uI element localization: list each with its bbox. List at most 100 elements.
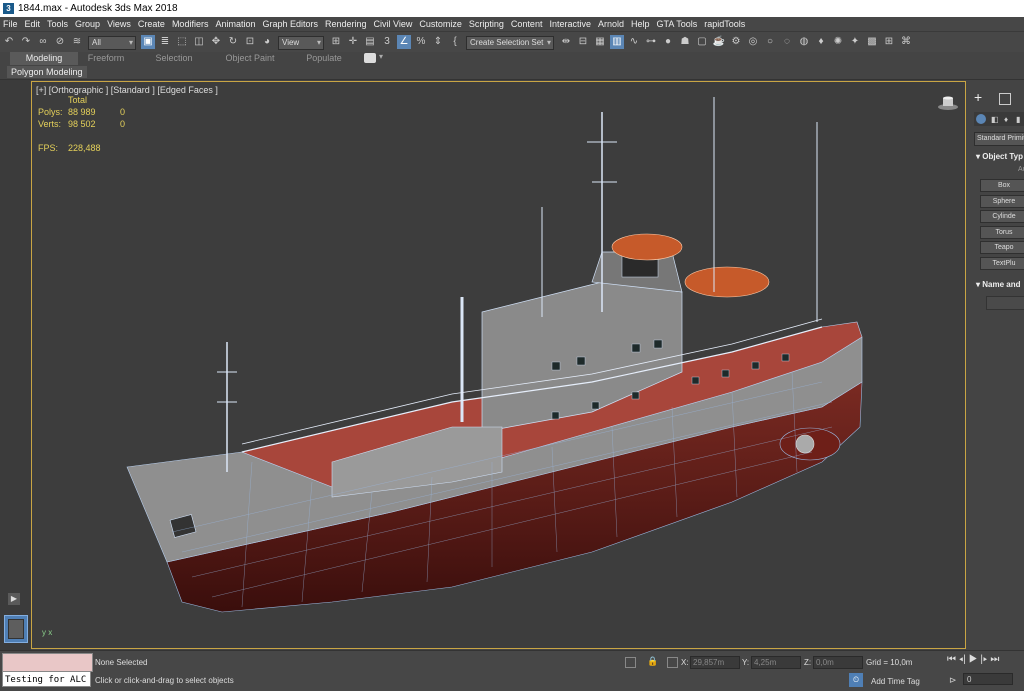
lights-icon[interactable]: ♦: [1004, 115, 1008, 124]
box-button[interactable]: Box: [980, 179, 1024, 192]
play-icon[interactable]: ▶: [969, 654, 978, 665]
chevron-down-icon[interactable]: ▾: [379, 52, 383, 61]
ribbon-options-icon[interactable]: [364, 53, 376, 63]
select-by-name-icon[interactable]: ≣: [158, 35, 172, 49]
select-move-icon[interactable]: ✥: [209, 35, 223, 49]
menu-edit[interactable]: Edit: [22, 17, 45, 31]
light-icon[interactable]: ♦: [814, 35, 828, 49]
material-editor-icon[interactable]: ●: [661, 35, 675, 49]
snaps-toggle-icon[interactable]: 3: [380, 35, 394, 49]
gta-tool-1-icon[interactable]: ○: [763, 35, 777, 49]
menu-gta-tools[interactable]: GTA Tools: [654, 17, 702, 31]
selection-lock-icon[interactable]: 🔒: [647, 656, 658, 667]
cylinder-button[interactable]: Cylinde: [980, 210, 1024, 223]
toggle-layer-explorer-icon[interactable]: ▥: [610, 35, 624, 49]
textplus-button[interactable]: TextPlu: [980, 257, 1024, 270]
shapes-icon[interactable]: ◧: [991, 115, 999, 124]
menu-interactive[interactable]: Interactive: [546, 17, 595, 31]
name-and-color-rollout[interactable]: ▾ Name and: [976, 280, 1020, 289]
spinner-snap-icon[interactable]: ⇕: [431, 35, 445, 49]
create-tab-icon[interactable]: +: [974, 90, 982, 104]
viewport-layout-button[interactable]: [4, 615, 28, 643]
bulb-icon[interactable]: ✦: [848, 35, 862, 49]
percent-snap-icon[interactable]: %: [414, 35, 428, 49]
gta-tool-2-icon[interactable]: ◌: [780, 35, 794, 49]
y-coordinate-field[interactable]: 4,25m: [751, 656, 801, 669]
viewport-orthographic[interactable]: [+] [Orthographic ] [Standard ] [Edged F…: [31, 81, 966, 649]
polygon-modeling-panel[interactable]: Polygon Modeling: [7, 66, 87, 78]
menu-file[interactable]: File: [0, 17, 22, 31]
key-mode-icon[interactable]: ⊳: [949, 675, 957, 686]
helper-icon[interactable]: ⌘: [899, 35, 913, 49]
go-to-start-icon[interactable]: ⏮: [947, 654, 956, 665]
ship-wireframe-model[interactable]: [32, 82, 965, 648]
link-icon[interactable]: ∞: [36, 35, 50, 49]
modify-tab-icon[interactable]: [999, 93, 1011, 105]
menu-views[interactable]: Views: [104, 17, 135, 31]
redo-icon[interactable]: ↷: [19, 35, 33, 49]
menu-group[interactable]: Group: [72, 17, 104, 31]
mirror-icon[interactable]: ⇹: [559, 35, 573, 49]
toggle-scene-explorer-icon[interactable]: ▦: [593, 35, 607, 49]
tab-selection[interactable]: Selection: [140, 52, 208, 65]
rendered-frame-window-icon[interactable]: ▢: [695, 35, 709, 49]
menu-tools[interactable]: Tools: [44, 17, 72, 31]
time-tag-icon[interactable]: ⏲: [849, 673, 863, 687]
menu-scripting[interactable]: Scripting: [466, 17, 508, 31]
curve-editor-icon[interactable]: ∿: [627, 35, 641, 49]
sphere-button[interactable]: Sphere: [980, 195, 1024, 208]
menu-content[interactable]: Content: [508, 17, 547, 31]
menu-customize[interactable]: Customize: [416, 17, 466, 31]
x-coordinate-field[interactable]: 29,857m: [690, 656, 740, 669]
select-object-icon[interactable]: ▣: [141, 35, 155, 49]
tab-object-paint[interactable]: Object Paint: [212, 52, 288, 65]
render-setup-icon[interactable]: ☗: [678, 35, 692, 49]
current-frame-field[interactable]: 0: [963, 673, 1013, 685]
previous-frame-icon[interactable]: ◂|: [959, 654, 966, 665]
torus-button[interactable]: Torus: [980, 226, 1024, 239]
render-iterative-icon[interactable]: ⚙: [729, 35, 743, 49]
unlink-icon[interactable]: ⊘: [53, 35, 67, 49]
expand-layout-icon[interactable]: ▶: [8, 593, 20, 605]
maxscript-mini-listener[interactable]: [2, 653, 93, 672]
menu-rapidtools[interactable]: rapidTools: [701, 17, 749, 31]
next-frame-icon[interactable]: |▸: [980, 654, 987, 665]
geometry-icon[interactable]: [976, 114, 986, 124]
grid-icon[interactable]: ⊞: [882, 35, 896, 49]
tab-modeling[interactable]: Modeling: [10, 52, 78, 65]
isolate-selection-icon[interactable]: [625, 657, 636, 668]
rectangle-selection-icon[interactable]: ⬚: [175, 35, 189, 49]
reference-coordinate-dropdown[interactable]: View: [278, 36, 324, 50]
z-coordinate-field[interactable]: 0,0m: [813, 656, 863, 669]
menu-create[interactable]: Create: [135, 17, 169, 31]
arnold-render-icon[interactable]: ◎: [746, 35, 760, 49]
menu-arnold[interactable]: Arnold: [595, 17, 628, 31]
autogrid-checkbox[interactable]: Au: [1018, 166, 1024, 173]
angle-snap-icon[interactable]: ∠: [397, 35, 411, 49]
object-type-rollout[interactable]: ▾ Object Typ: [976, 152, 1023, 161]
undo-icon[interactable]: ↶: [2, 35, 16, 49]
select-rotate-icon[interactable]: ↻: [226, 35, 240, 49]
gta-tool-3-icon[interactable]: ◍: [797, 35, 811, 49]
menu-animation[interactable]: Animation: [212, 17, 259, 31]
select-scale-icon[interactable]: ⊡: [243, 35, 257, 49]
schematic-view-icon[interactable]: ⊶: [644, 35, 658, 49]
menu-rendering[interactable]: Rendering: [322, 17, 371, 31]
object-name-field[interactable]: [986, 296, 1024, 310]
tab-populate[interactable]: Populate: [292, 52, 356, 65]
camera-icon[interactable]: ▩: [865, 35, 879, 49]
menu-graph-editors[interactable]: Graph Editors: [259, 17, 322, 31]
named-selection-set-dropdown[interactable]: Create Selection Set: [466, 36, 554, 50]
absolute-mode-icon[interactable]: [667, 657, 678, 668]
keyboard-shortcut-override-icon[interactable]: ▤: [363, 35, 377, 49]
window-crossing-icon[interactable]: ◫: [192, 35, 206, 49]
bind-spacewarp-icon[interactable]: ≋: [70, 35, 84, 49]
edit-named-selection-icon[interactable]: {: [448, 35, 462, 49]
listener-output[interactable]: Testing for ALC: [2, 671, 91, 687]
menu-civil-view[interactable]: Civil View: [371, 17, 417, 31]
selection-filter-dropdown[interactable]: All: [88, 36, 136, 50]
pivot-center-icon[interactable]: ⊞: [329, 35, 343, 49]
cameras-icon[interactable]: ▮: [1016, 115, 1020, 124]
menu-modifiers[interactable]: Modifiers: [169, 17, 213, 31]
tab-freeform[interactable]: Freeform: [78, 52, 134, 65]
